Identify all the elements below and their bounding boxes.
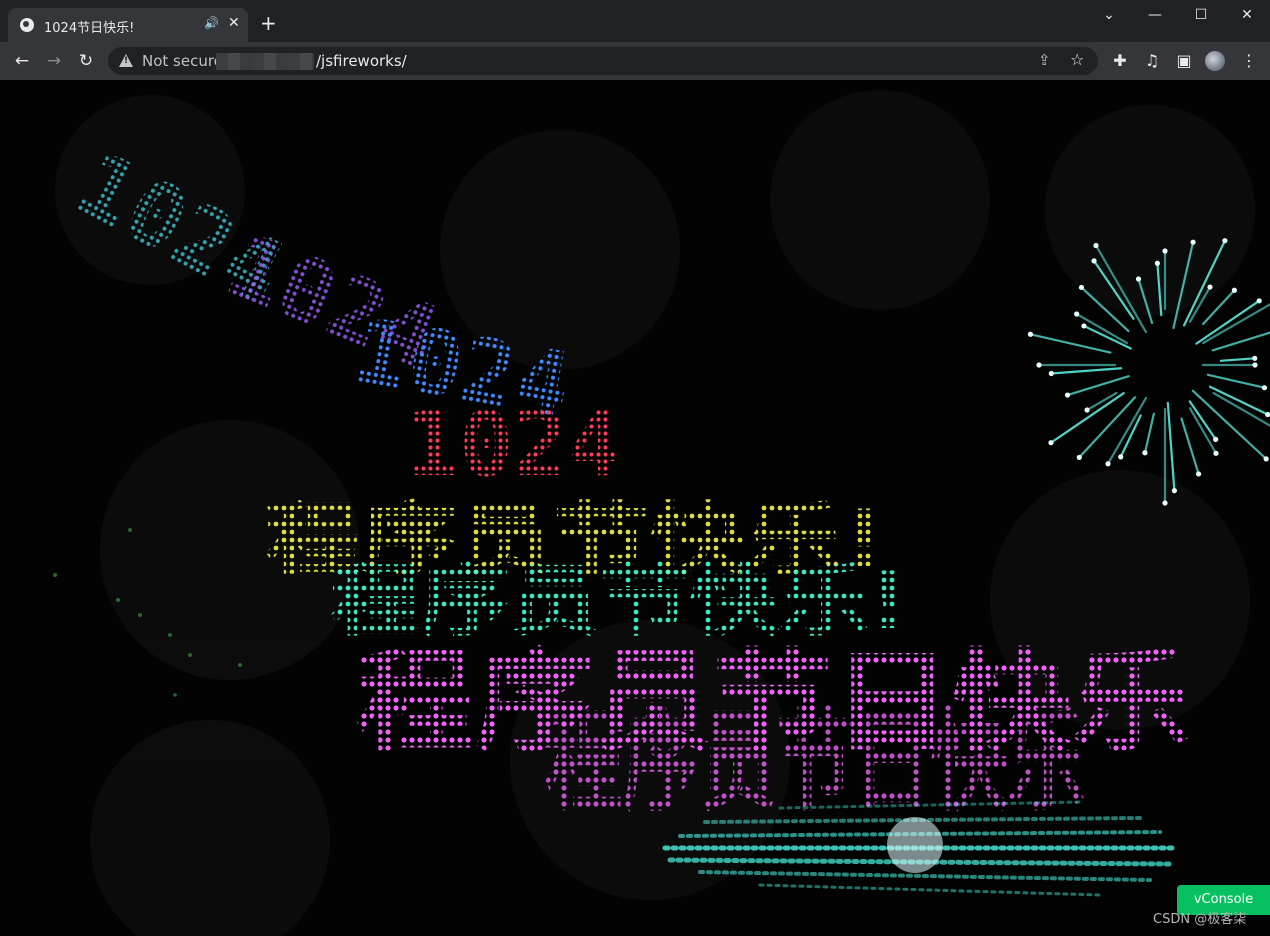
burst-spark (1162, 500, 1168, 506)
burst-spark (1142, 450, 1148, 456)
burst-spark (1207, 284, 1213, 290)
redacted-host (216, 53, 314, 70)
burst-ray (1211, 331, 1270, 352)
minimize-button[interactable]: — (1132, 0, 1178, 30)
close-window-button[interactable]: ✕ (1224, 0, 1270, 30)
tab-title: 1024节日快乐! (44, 21, 135, 36)
burst-spark (1118, 454, 1124, 460)
burst-ray (1029, 333, 1112, 354)
greeting-line2-echo: 程序员节快乐! (330, 557, 910, 647)
warning-icon[interactable] (119, 54, 133, 67)
burst-ray (1050, 367, 1123, 375)
burst-spark (1036, 362, 1042, 368)
burst-spark (1081, 323, 1087, 329)
burst-ray (1208, 385, 1269, 416)
burst-spark (1105, 461, 1111, 467)
burst-spark (1162, 248, 1168, 254)
forward-button[interactable]: → (42, 50, 66, 72)
burst-spark (1252, 362, 1258, 368)
burst-spark (1076, 454, 1082, 460)
burst-spark (1027, 331, 1034, 337)
burst-spark (1263, 456, 1269, 462)
burst-spark (1195, 471, 1202, 477)
burst-spark (1154, 260, 1161, 266)
burst-ray (1180, 417, 1200, 476)
burst-spark (1171, 488, 1177, 494)
browser-titlebar: 1024节日快乐! 🔊 ✕ + ⌄ — ☐ ✕ (0, 0, 1270, 42)
burst-spark (1084, 407, 1090, 413)
profile-avatar[interactable] (1205, 51, 1225, 71)
tab-close-icon[interactable]: ✕ (228, 15, 240, 31)
csdn-watermark: CSDN @极客柒 (1153, 912, 1247, 927)
speaker-icon[interactable]: 🔊 (204, 16, 219, 30)
star-icon[interactable]: ☆ (1070, 50, 1084, 69)
maximize-button[interactable]: ☐ (1178, 0, 1224, 30)
burst-spark (1213, 436, 1219, 442)
fireworks-canvas[interactable]: 1024 1024 1024 1024 程序员节快乐! 程序员节快乐! 程序员节… (0, 80, 1270, 936)
fireworks-svg: 1024 1024 1024 1024 程序员节快乐! 程序员节快乐! 程序员节… (53, 90, 1270, 936)
back-button[interactable]: ← (10, 50, 34, 72)
burst-ray (1219, 357, 1256, 362)
burst-ray (1188, 407, 1218, 455)
browser-toolbar: ← → ↻ Not secure /jsfireworks/ ⇪ ☆ ✚ ♫ ▣… (0, 42, 1270, 80)
burst-spark (1135, 276, 1142, 282)
security-label[interactable]: Not secure (142, 52, 223, 70)
burst-spark (1252, 355, 1258, 361)
burst-ray (1078, 396, 1137, 459)
firework-line2: 程序员节快乐! 程序员节快乐! (265, 495, 910, 647)
url-path[interactable]: /jsfireworks/ (316, 52, 407, 70)
address-bar[interactable]: Not secure /jsfireworks/ ⇪ ☆ (108, 47, 1098, 75)
share-icon[interactable]: ⇪ (1038, 51, 1051, 69)
globe-icon (20, 18, 34, 32)
burst-spark (1048, 440, 1054, 446)
burst-ray (1166, 401, 1176, 492)
burst-spark (1048, 370, 1054, 377)
burst-spark (1231, 287, 1237, 293)
sidepanel-icon[interactable]: ▣ (1173, 51, 1195, 71)
burst-spark (1064, 392, 1071, 398)
burst-spark (1190, 239, 1196, 245)
firework-line3: 程序员节日快乐 程序员节日快乐 (355, 638, 1190, 826)
burst-ray (1206, 373, 1266, 389)
reload-button[interactable]: ↻ (74, 50, 98, 72)
menu-icon[interactable]: ⋮ (1238, 51, 1260, 71)
media-icon[interactable]: ♫ (1141, 51, 1163, 71)
burst-spark (1074, 311, 1080, 317)
burst-spark (1093, 242, 1099, 249)
burst-ray (1143, 412, 1155, 454)
trail-number: 1024 (405, 392, 622, 497)
burst-spark (1256, 298, 1262, 304)
burst-spark (1222, 238, 1228, 244)
burst-ray (1082, 324, 1132, 350)
burst-spark (1213, 450, 1219, 456)
burst-spark (1091, 258, 1097, 264)
burst-spark (1261, 385, 1268, 391)
extensions-icon[interactable]: ✚ (1109, 51, 1131, 71)
new-tab-button[interactable]: + (260, 13, 277, 33)
burst-spark (1078, 284, 1085, 291)
burst-ray (1066, 375, 1130, 397)
burst-ray (1049, 392, 1125, 444)
burst-ray (1106, 396, 1148, 465)
browser-tab[interactable]: 1024节日快乐! 🔊 ✕ (8, 8, 248, 42)
tab-search-button[interactable]: ⌄ (1086, 0, 1132, 30)
